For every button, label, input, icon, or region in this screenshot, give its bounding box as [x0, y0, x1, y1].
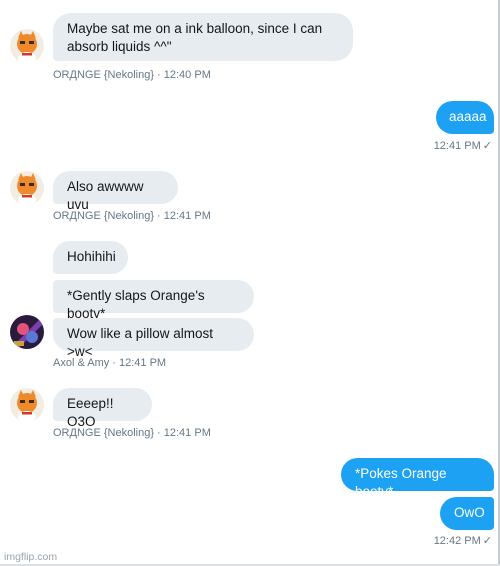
message-meta: 12:41 PM ✓	[434, 139, 492, 153]
message-meta: ORДNGE {Nekoling} · 12:40 PM	[53, 69, 211, 81]
checkmark-icon: ✓	[482, 535, 492, 547]
message-bubble[interactable]: Wow like a pillow almost >w<	[53, 318, 254, 359]
message-bubble[interactable]: Also awwww uvu	[53, 171, 178, 212]
message-time: 12:41 PM	[433, 140, 481, 152]
orange-avatar-icon[interactable]	[10, 171, 44, 205]
message-time: 12:42 PM	[433, 535, 481, 547]
message-meta: Axol & Amy · 12:41 PM	[53, 357, 167, 369]
message-bubble[interactable]: *Gently slaps Orange's booty*	[53, 280, 254, 321]
watermark: imgflip.com	[4, 551, 58, 563]
message-meta: ORДNGE {Nekoling} · 12:41 PM	[53, 427, 211, 439]
message-bubble[interactable]: aaaaa	[436, 101, 494, 134]
message-bubble[interactable]: *Pokes Orange booty*	[341, 458, 494, 499]
message-bubble[interactable]: OwO	[440, 497, 494, 530]
message-bubble[interactable]: Maybe sat me on a ink balloon, since I c…	[53, 13, 353, 61]
orange-avatar-icon[interactable]	[10, 29, 44, 63]
checkmark-icon: ✓	[482, 140, 492, 152]
message-meta: 12:42 PM ✓	[434, 534, 492, 548]
message-bubble[interactable]: Hohihihi	[53, 241, 128, 274]
message-meta: ORДNGE {Nekoling} · 12:41 PM	[53, 210, 211, 222]
axol-amy-avatar-icon[interactable]	[10, 315, 44, 349]
message-bubble[interactable]: Eeeep!! O3O	[53, 388, 152, 429]
orange-avatar-icon[interactable]	[10, 388, 44, 422]
